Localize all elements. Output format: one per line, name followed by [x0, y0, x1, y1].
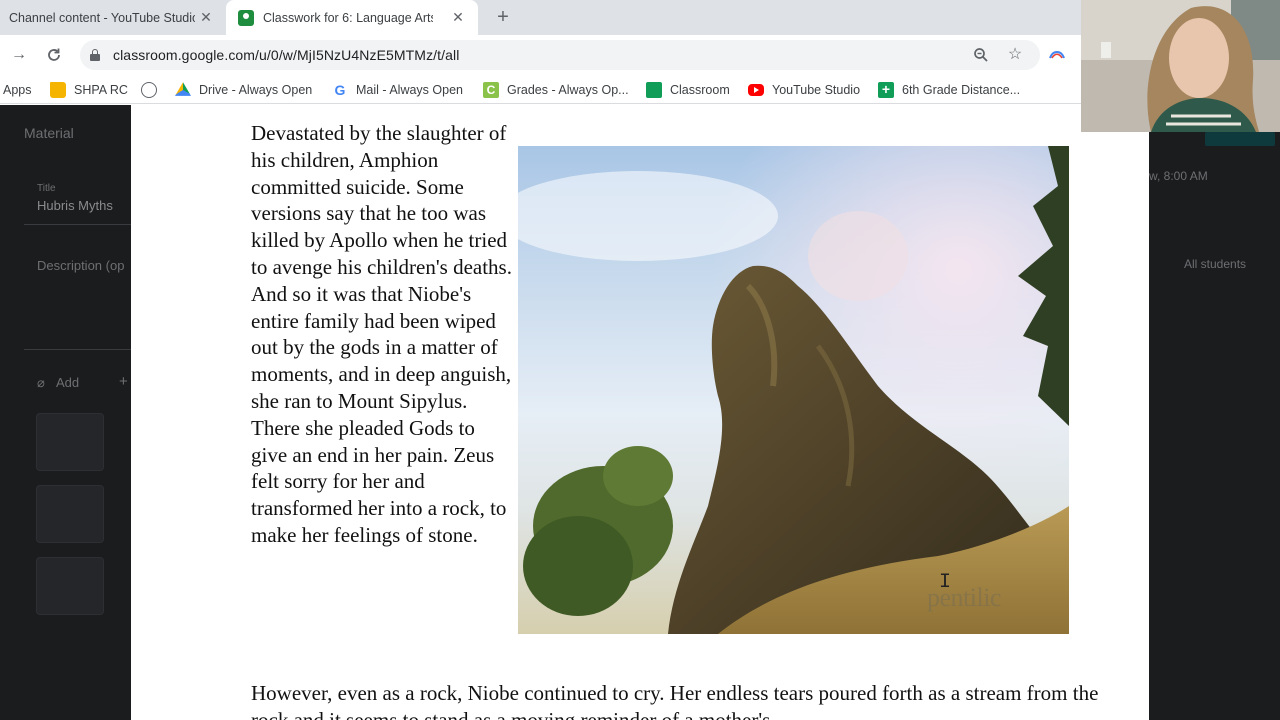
bookmark-drive[interactable]: Drive - Always Open	[175, 75, 312, 104]
post-button[interactable]	[1205, 132, 1275, 146]
divider	[24, 349, 131, 350]
paperclip-icon: ⌀	[37, 375, 45, 390]
schedule-text[interactable]: w, 8:00 AM	[1149, 169, 1208, 183]
reload-icon[interactable]	[43, 44, 65, 66]
plus-icon[interactable]: +	[119, 373, 128, 390]
divider	[24, 224, 131, 225]
classroom-icon	[646, 81, 662, 98]
address-bar[interactable]: classroom.google.com/u/0/w/MjI5NzU4NzE5M…	[80, 40, 1040, 70]
bookmark-label: YouTube Studio	[772, 82, 861, 97]
attachment-thumbnail[interactable]	[36, 557, 104, 615]
extension-icon[interactable]	[1048, 46, 1066, 64]
forward-icon[interactable]: →	[8, 44, 30, 66]
bookmark-label: 6th Grade Distance...	[902, 82, 1021, 97]
attachment-thumbnail[interactable]	[36, 413, 104, 471]
classroom-icon	[238, 9, 254, 26]
bookmark-label: Apps	[3, 82, 32, 97]
close-icon[interactable]: ✕	[450, 9, 466, 25]
attachment-thumbnail[interactable]	[36, 485, 104, 543]
browser-toolbar: → classroom.google.com/u/0/w/MjI5NzU4NzE…	[0, 35, 1081, 75]
tab-strip: Channel content - YouTube Studio ✕ Class…	[0, 0, 1081, 35]
lock-icon	[90, 49, 100, 61]
title-label: Title	[37, 183, 56, 194]
material-form-panel: Material Title Hubris Myths Description …	[0, 105, 131, 720]
bookmark-globe[interactable]	[141, 75, 165, 104]
drive-icon	[175, 82, 191, 96]
bookmark-apps[interactable]: Apps	[3, 75, 32, 104]
bookmark-youtube-studio[interactable]: YouTube Studio	[748, 75, 860, 104]
grades-icon: C	[483, 81, 499, 98]
bookmarks-bar: Apps SHPA RC Drive - Always Open G Mail …	[0, 75, 1081, 104]
presentation-slide: Devastated by the slaughter of his child…	[131, 105, 1149, 720]
tab-title: Classwork for 6: Language Arts Te	[263, 10, 433, 25]
assign-options-panel: w, 8:00 AM All students	[1149, 132, 1280, 720]
mount-sipylus-rock-photo	[518, 146, 1069, 634]
sheets-icon	[878, 81, 894, 98]
bookmark-mail[interactable]: G Mail - Always Open	[332, 75, 463, 104]
bookmark-label: Classroom	[670, 82, 730, 97]
bookmark-label: Drive - Always Open	[199, 82, 313, 97]
star-icon[interactable]: ☆	[1005, 45, 1025, 65]
close-icon[interactable]: ✕	[198, 9, 214, 25]
url-text: classroom.google.com/u/0/w/MjI5NzU4NzE5M…	[113, 47, 460, 63]
globe-icon	[141, 81, 157, 98]
title-field[interactable]: Hubris Myths	[37, 198, 113, 213]
story-paragraph: However, even as a rock, Niobe continued…	[251, 681, 1099, 720]
bookmark-label: SHPA RC	[74, 82, 128, 97]
tab-classwork[interactable]: Classwork for 6: Language Arts Te ✕	[226, 0, 478, 35]
new-tab-icon[interactable]: +	[492, 6, 514, 28]
webcam-overlay	[1081, 0, 1280, 132]
tab-title: Channel content - YouTube Studio	[9, 10, 195, 25]
bookmark-6th-grade[interactable]: 6th Grade Distance...	[878, 75, 1020, 104]
tab-youtube-studio[interactable]: Channel content - YouTube Studio ✕	[0, 0, 226, 35]
bookmark-shpa-rc[interactable]: SHPA RC	[50, 75, 128, 104]
text-cursor-icon: I	[939, 571, 952, 594]
students-select[interactable]: All students	[1184, 257, 1246, 271]
youtube-icon	[748, 83, 764, 96]
google-icon: G	[334, 81, 346, 98]
bookmark-label: Grades - Always Op...	[507, 82, 629, 97]
description-field[interactable]: Description (op	[37, 258, 124, 273]
zoom-icon[interactable]	[971, 45, 991, 65]
bookmark-grades[interactable]: C Grades - Always Op...	[483, 75, 629, 104]
folder-icon	[50, 81, 66, 98]
story-paragraph: Devastated by the slaughter of his child…	[251, 121, 512, 547]
bookmark-label: Mail - Always Open	[356, 82, 463, 97]
bookmark-classroom[interactable]: Classroom	[646, 75, 730, 104]
add-button[interactable]: Add	[56, 375, 79, 390]
panel-heading: Material	[24, 125, 74, 141]
